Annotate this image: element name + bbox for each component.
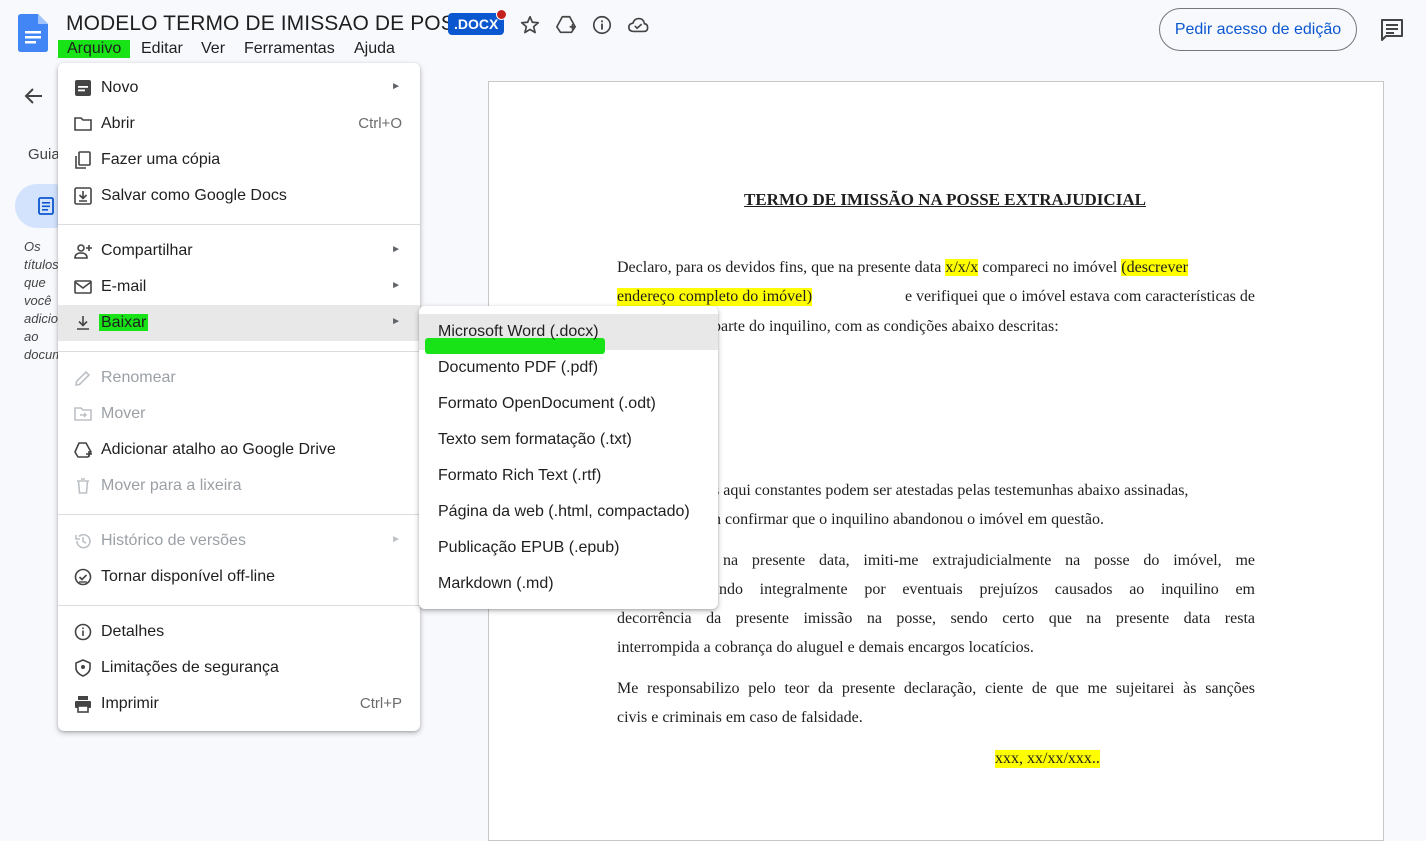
menu-item-detalhes[interactable]: Detalhes	[58, 614, 420, 650]
shield-icon	[75, 659, 91, 677]
folder-icon	[74, 117, 92, 131]
doc-heading: TERMO DE IMISSÃO NA POSSE EXTRAJUDICIAL	[744, 190, 1146, 209]
doc-line: na presente data, imiti-me extrajudicial…	[723, 552, 1255, 569]
doc-line: ndo integralmente por eventuais prejuízo…	[719, 581, 1255, 598]
move-to-drive-icon[interactable]	[555, 14, 577, 36]
sidebar-label: Guia	[28, 146, 60, 163]
menu-item-novo[interactable]: Novo ►	[58, 70, 420, 106]
menu-item-lixeira[interactable]: Mover para a lixeira	[58, 468, 420, 504]
doc-line: endereço completo do imóvel) e verifique…	[617, 288, 1255, 306]
move-folder-icon	[74, 407, 92, 421]
doc-line: decorrência da presente imissão na posse…	[617, 610, 1255, 627]
menu-item-fazer-copia[interactable]: Fazer uma cópia	[58, 142, 420, 178]
menu-item-compartilhar[interactable]: Compartilhar ►	[58, 233, 420, 269]
star-icon[interactable]	[519, 14, 541, 36]
notification-dot	[496, 9, 507, 20]
menu-item-atalho-drive[interactable]: Adicionar atalho ao Google Drive	[58, 432, 420, 468]
menu-item-abrir[interactable]: Abrir Ctrl+O	[58, 106, 420, 142]
download-rtf[interactable]: Formato Rich Text (.rtf)	[419, 458, 718, 494]
outline-doc-icon	[38, 197, 54, 215]
request-edit-access-button[interactable]: Pedir acesso de edição	[1159, 8, 1357, 51]
save-icon	[74, 187, 92, 205]
menu-item-salvar-google-docs[interactable]: Salvar como Google Docs	[58, 178, 420, 214]
doc-line: n confirmar que o inquilino abandonou o …	[713, 511, 1105, 528]
menu-divider	[58, 351, 420, 352]
doc-line: s aqui constantes podem ser atestadas pe…	[713, 482, 1189, 499]
trash-icon	[77, 478, 89, 494]
person-add-icon	[74, 244, 92, 259]
print-icon	[75, 696, 91, 713]
comments-icon[interactable]	[1379, 18, 1405, 42]
download-submenu: Microsoft Word (.docx) Documento PDF (.p…	[419, 306, 718, 609]
pencil-icon	[75, 370, 91, 386]
download-odt[interactable]: Formato OpenDocument (.odt)	[419, 386, 718, 422]
menu-divider	[58, 514, 420, 515]
info-icon	[74, 623, 92, 641]
download-icon	[77, 316, 89, 330]
download-pdf[interactable]: Documento PDF (.pdf)	[419, 350, 718, 386]
copy-icon	[75, 151, 91, 169]
file-menu: Novo ► Abrir Ctrl+O Fazer uma cópia Salvar…	[58, 63, 420, 731]
menu-item-imprimir[interactable]: Imprimir Ctrl+P	[58, 686, 420, 722]
download-html[interactable]: Página da web (.html, compactado)	[419, 494, 718, 530]
menu-item-historico[interactable]: Histórico de versões ►	[58, 523, 420, 559]
doc-line: parte do inquilino, com as condições aba…	[713, 318, 1059, 335]
doc-line: civis e criminais em caso de falsidade.	[617, 709, 863, 726]
new-doc-icon	[75, 80, 91, 96]
top-bar: MODELO TERMO DE IMISSAO DE POSSE .DOCX A…	[0, 0, 1426, 64]
menu-divider	[58, 605, 420, 606]
menu-item-offline[interactable]: Tornar disponível off-line	[58, 559, 420, 595]
download-epub[interactable]: Publicação EPUB (.epub)	[419, 530, 718, 566]
offline-icon	[74, 568, 92, 586]
history-icon	[75, 533, 91, 549]
back-arrow-icon[interactable]	[22, 84, 46, 108]
menu-ferramentas[interactable]: Ferramentas	[244, 40, 335, 58]
doc-line: interrompida a cobrança do aluguel e dem…	[617, 639, 1034, 656]
download-docx[interactable]: Microsoft Word (.docx)	[419, 314, 718, 354]
info-icon[interactable]	[591, 14, 613, 36]
menu-editar[interactable]: Editar	[141, 40, 183, 58]
doc-footer-date: xxx, xx/xx/xxx..	[995, 750, 1100, 768]
menu-item-seguranca[interactable]: Limitações de segurança	[58, 650, 420, 686]
doc-line: Declaro, para os devidos fins, que na pr…	[617, 259, 1188, 276]
download-txt[interactable]: Texto sem formatação (.txt)	[419, 422, 718, 458]
docs-logo-icon[interactable]	[18, 14, 48, 52]
document-title[interactable]: MODELO TERMO DE IMISSAO DE POSSE	[66, 12, 483, 36]
menu-item-renomear[interactable]: Renomear	[58, 360, 420, 396]
drive-shortcut-icon	[74, 442, 92, 458]
menu-item-mover[interactable]: Mover	[58, 396, 420, 432]
menu-item-baixar[interactable]: Baixar ►	[58, 305, 420, 341]
cloud-saved-icon[interactable]	[627, 14, 649, 36]
menu-ajuda[interactable]: Ajuda	[354, 40, 395, 58]
download-md[interactable]: Markdown (.md)	[419, 566, 718, 602]
menu-divider	[58, 224, 420, 225]
menu-ver[interactable]: Ver	[201, 40, 225, 58]
menu-item-email[interactable]: E-mail ►	[58, 269, 420, 305]
doc-line: Me responsabilizo pelo teor da presente …	[617, 680, 1255, 697]
mail-icon	[74, 280, 92, 294]
